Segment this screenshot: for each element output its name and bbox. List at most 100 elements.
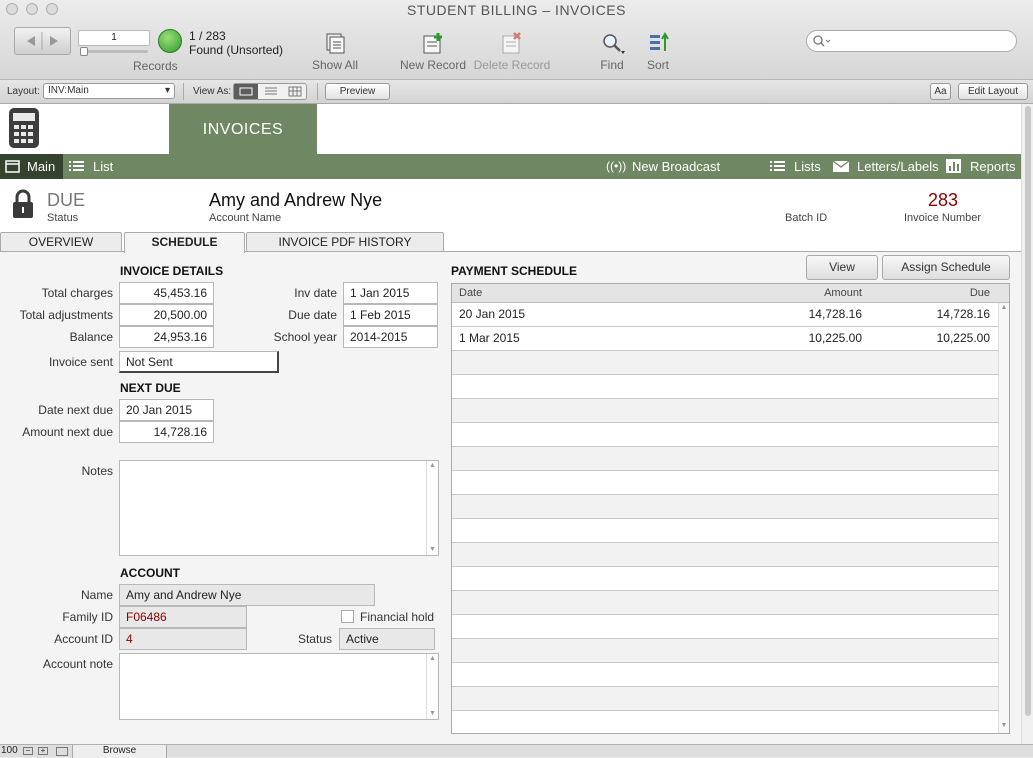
list-icon (69, 161, 84, 171)
empty-row (452, 471, 998, 495)
notes-textarea[interactable]: ▲ ▼ (119, 460, 439, 556)
zoom-level[interactable]: 100 (1, 745, 18, 757)
total-charges-field[interactable]: 45,453.16 (119, 282, 214, 304)
portal-scrollbar[interactable]: ▲ ▼ (998, 303, 1009, 733)
account-name-field-label: Name (80, 588, 113, 602)
record-number-input[interactable]: 1 (78, 30, 150, 46)
invoice-number: 283 (927, 190, 959, 210)
find-button[interactable]: Find (592, 31, 632, 72)
sort-button[interactable]: Sort (639, 31, 677, 72)
nav-bar: Main List ((•)) New Broadcast Lists Lett… (0, 154, 1021, 179)
schedule-row[interactable]: 1 Mar 2015 10,225.00 10,225.00 (452, 327, 998, 351)
zoom-in-icon[interactable]: + (38, 747, 48, 755)
show-all-button[interactable]: Show All (305, 31, 365, 72)
record-slider-thumb[interactable] (80, 47, 88, 56)
window-scrollbar[interactable] (1021, 104, 1033, 744)
account-note-textarea[interactable]: ▲ ▼ (119, 653, 439, 720)
letters-labels-button[interactable]: Letters/Labels (832, 154, 939, 179)
delete-record-icon (502, 32, 521, 54)
payment-schedule-portal: Date Amount Due 20 Jan 2015 14,728.16 14… (451, 283, 1010, 734)
tab-schedule[interactable]: SCHEDULE (124, 232, 245, 253)
notes-scrollbar[interactable]: ▲ ▼ (426, 461, 438, 555)
calculator-icon (9, 108, 39, 148)
financial-hold-checkbox[interactable] (341, 610, 354, 623)
empty-row (452, 591, 998, 615)
formatting-bar-button[interactable]: Aa (930, 83, 951, 100)
due-date-field[interactable]: 1 Feb 2015 (343, 304, 438, 326)
lists-button[interactable]: Lists (770, 154, 822, 179)
empty-row (452, 495, 998, 519)
record-slider[interactable] (80, 47, 148, 56)
found-set-pie-icon (158, 29, 182, 53)
letters-labels-label: Letters/Labels (857, 159, 939, 174)
zoom-out-icon[interactable]: − (23, 747, 33, 755)
family-id-field[interactable]: F06486 (119, 606, 247, 628)
payment-schedule-heading: PAYMENT SCHEDULE (451, 264, 578, 278)
tab-overview[interactable]: OVERVIEW (0, 232, 122, 252)
schedule-row-amount: 10,225.00 (808, 331, 862, 345)
account-status-field[interactable]: Active (339, 628, 435, 650)
schedule-row-due: 14,728.16 (936, 307, 990, 321)
chevron-down-icon: ▾ (164, 85, 170, 96)
view-schedule-button[interactable]: View (806, 255, 878, 280)
schedule-row-amount: 14,728.16 (808, 307, 862, 321)
bar-chart-icon (946, 159, 961, 173)
view-as-segmented (233, 83, 307, 100)
invoice-sent-dropdown[interactable]: Not Sent (119, 351, 279, 373)
assign-schedule-button[interactable]: Assign Schedule (882, 255, 1010, 280)
nav-main[interactable]: Main (0, 154, 63, 179)
portal-header: Date Amount Due (452, 284, 1009, 303)
records-label: Records (133, 59, 178, 73)
amount-next-due-field[interactable]: 14,728.16 (119, 421, 214, 443)
edit-layout-button[interactable]: Edit Layout (958, 83, 1028, 100)
nav-list[interactable]: List (68, 154, 118, 179)
account-note-scrollbar[interactable]: ▲ ▼ (426, 654, 438, 719)
view-as-label: View As: (193, 86, 232, 97)
record-book-navigator[interactable] (14, 27, 71, 55)
schedule-row[interactable]: 20 Jan 2015 14,728.16 14,728.16 (452, 303, 998, 327)
table-view-icon (288, 86, 302, 97)
total-adjustments-field[interactable]: 20,500.00 (119, 304, 214, 326)
batch-id-label: Batch ID (785, 212, 828, 224)
account-id-label: Account ID (54, 632, 113, 646)
account-name-field[interactable]: Amy and Andrew Nye (119, 584, 375, 606)
form-view-button[interactable] (234, 84, 258, 99)
family-id-label: Family ID (62, 610, 113, 624)
empty-row (452, 375, 998, 399)
search-input[interactable] (806, 30, 1017, 52)
new-broadcast-button[interactable]: ((•)) New Broadcast (606, 154, 726, 179)
balance-field[interactable]: 24,953.16 (119, 326, 214, 348)
toolbar-toggle-icon[interactable] (56, 747, 68, 756)
new-record-button[interactable]: New Record (399, 31, 467, 72)
layout-bar: Layout: INV:Main ▾ View As: Preview Aa E… (0, 80, 1033, 104)
delete-record-label: Delete Record (473, 58, 551, 72)
window-scrollbar-thumb[interactable] (1025, 106, 1031, 716)
mode-popup[interactable]: Browse (72, 745, 167, 758)
status-bar: 100 − + Browse (0, 744, 1033, 758)
window-icon (5, 160, 20, 173)
tab-invoice-pdf-history[interactable]: INVOICE PDF HISTORY (246, 232, 444, 252)
window-toolbar: STUDENT BILLING – INVOICES 1 1 / 283 Fou… (0, 0, 1033, 80)
preview-button[interactable]: Preview (325, 83, 390, 100)
empty-row (452, 351, 998, 375)
list-view-button[interactable] (259, 84, 283, 99)
reports-button[interactable]: Reports (946, 154, 1016, 179)
table-view-button[interactable] (283, 84, 307, 99)
date-next-due-label: Date next due (38, 403, 113, 417)
list-view-icon (265, 87, 277, 95)
show-all-label: Show All (311, 58, 359, 72)
date-next-due-field[interactable]: 20 Jan 2015 (119, 399, 214, 421)
lists-label: Lists (794, 159, 821, 174)
page-title: INVOICES (169, 104, 317, 154)
column-header-due: Due (969, 287, 990, 299)
inv-date-field[interactable]: 1 Jan 2015 (343, 282, 438, 304)
account-id-field[interactable]: 4 (119, 628, 247, 650)
empty-row (452, 423, 998, 447)
layout-select[interactable]: INV:Main ▾ (43, 83, 175, 99)
found-status: Found (Unsorted) (189, 43, 284, 57)
show-all-icon (326, 33, 345, 54)
delete-record-button[interactable]: Delete Record (473, 31, 551, 72)
window-title: STUDENT BILLING – INVOICES (407, 2, 626, 18)
school-year-field[interactable]: 2014-2015 (343, 326, 438, 348)
financial-hold-label: Financial hold (360, 610, 435, 624)
